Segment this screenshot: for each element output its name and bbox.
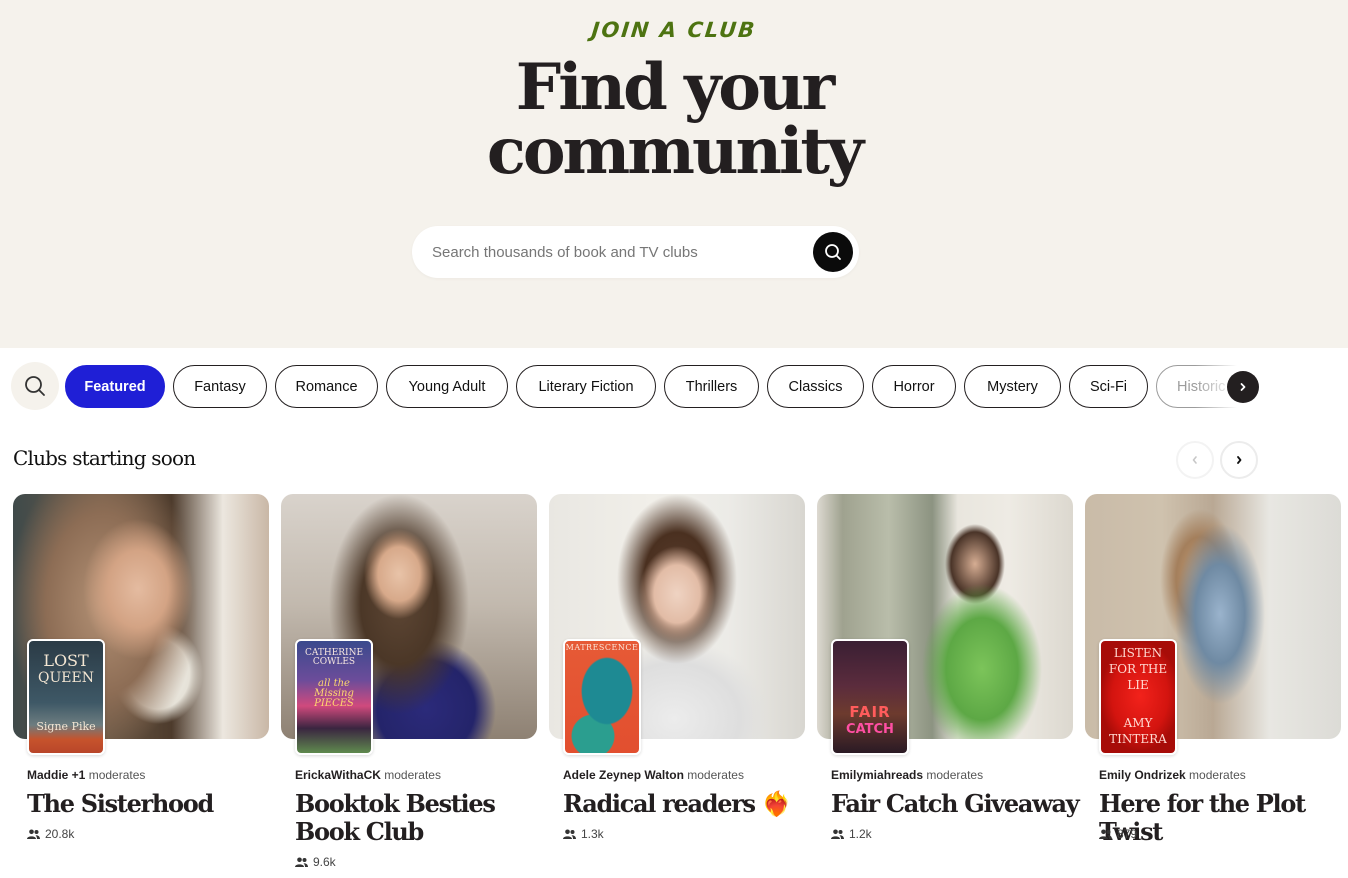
moderates-label: moderates xyxy=(926,768,984,782)
book-cover-title-1: LOST xyxy=(43,651,89,670)
chevron-right-icon xyxy=(1237,456,1242,464)
moderates-label: moderates xyxy=(384,768,441,782)
book-cover-title-2: CATCH xyxy=(846,722,894,737)
book-cover-author: CATHERINE COWLES xyxy=(304,648,364,667)
category-search-button[interactable] xyxy=(11,362,59,410)
search-submit-button[interactable] xyxy=(813,232,853,272)
carousel-next-button[interactable] xyxy=(1220,441,1258,479)
club-card[interactable]: LOST QUEEN Signe Pike Maddie +1 moderate… xyxy=(13,494,269,878)
category-chip-thrillers[interactable]: Thrillers xyxy=(664,365,759,408)
page-title-line-1: Find your xyxy=(515,50,835,125)
category-chip-romance[interactable]: Romance xyxy=(275,365,378,408)
people-icon xyxy=(831,829,844,839)
search-icon xyxy=(25,376,45,396)
moderator-line: Adele Zeynep Walton moderates xyxy=(563,768,744,782)
club-search-input[interactable] xyxy=(432,226,812,278)
page-title-line-2: community xyxy=(486,114,864,189)
category-chip-featured[interactable]: Featured xyxy=(65,365,165,408)
people-icon xyxy=(1099,829,1112,839)
book-cover: LOST QUEEN Signe Pike xyxy=(27,639,105,755)
member-count-value: 9.6k xyxy=(313,855,336,869)
book-cover-author: Signe Pike xyxy=(36,720,96,733)
eyebrow-label: JOIN A CLUB xyxy=(590,18,758,42)
moderator-name[interactable]: Emily Ondrizek xyxy=(1099,768,1186,782)
member-count: 20.8k xyxy=(27,827,74,841)
member-count-value: 879 xyxy=(1117,827,1138,841)
book-cover: FAIR CATCH xyxy=(831,639,909,755)
category-chip-list: Featured Fantasy Romance Young Adult Lit… xyxy=(65,365,1260,409)
club-title[interactable]: Radical readers ❤️‍🔥 xyxy=(563,790,813,818)
book-cover: CATHERINE COWLES all the Missing PIECES xyxy=(295,639,373,755)
people-icon xyxy=(563,829,576,839)
member-count: 9.6k xyxy=(295,855,336,869)
club-card[interactable]: LISTEN FOR THE LIE AMY TINTERA Emily Ond… xyxy=(1085,494,1341,878)
book-cover-title: all the Missing PIECES xyxy=(314,678,354,709)
moderator-line: ErickaWithaCK moderates xyxy=(295,768,441,782)
moderator-name[interactable]: Emilymiahreads xyxy=(831,768,923,782)
member-count: 879 xyxy=(1099,827,1137,841)
member-count-value: 1.2k xyxy=(849,827,872,841)
moderator-line: Maddie +1 moderates xyxy=(27,768,145,782)
people-icon xyxy=(295,857,308,867)
category-chip-horror[interactable]: Horror xyxy=(872,365,956,408)
hero-section: JOIN A CLUB Find your community xyxy=(0,0,1348,348)
category-chip-sci-fi[interactable]: Sci-Fi xyxy=(1069,365,1148,408)
category-chip-fantasy[interactable]: Fantasy xyxy=(173,365,267,408)
section-title: Clubs starting soon xyxy=(13,446,196,470)
book-cover-author: AMY TINTERA xyxy=(1109,716,1167,746)
club-title[interactable]: Fair Catch Giveaway xyxy=(831,790,1081,818)
member-count: 1.2k xyxy=(831,827,872,841)
chevron-left-icon xyxy=(1192,456,1197,464)
moderator-name[interactable]: Adele Zeynep Walton xyxy=(563,768,684,782)
carousel-prev-button[interactable] xyxy=(1176,441,1214,479)
moderator-line: Emily Ondrizek moderates xyxy=(1099,768,1246,782)
people-icon xyxy=(27,829,40,839)
book-cover-title-2: QUEEN xyxy=(38,670,94,686)
category-chip-classics[interactable]: Classics xyxy=(767,365,864,408)
chevron-right-icon xyxy=(1240,383,1246,391)
moderator-name[interactable]: ErickaWithaCK xyxy=(295,768,381,782)
moderates-label: moderates xyxy=(687,768,744,782)
club-title[interactable]: Booktok Besties Book Club xyxy=(295,790,545,846)
club-card[interactable]: FAIR CATCH Emilymiahreads moderates Fair… xyxy=(817,494,1080,878)
member-count-value: 20.8k xyxy=(45,827,75,841)
book-cover-title: LISTEN FOR THE LIE xyxy=(1108,646,1168,692)
book-cover: MATRESCENCE xyxy=(563,639,641,755)
page-title: Find your community xyxy=(0,56,1348,184)
book-cover-title-1: FAIR xyxy=(849,703,891,721)
category-chip-mystery[interactable]: Mystery xyxy=(964,365,1061,408)
club-title[interactable]: The Sisterhood xyxy=(27,790,277,818)
club-card[interactable]: CATHERINE COWLES all the Missing PIECES … xyxy=(281,494,537,878)
member-count: 1.3k xyxy=(563,827,604,841)
book-cover: LISTEN FOR THE LIE AMY TINTERA xyxy=(1099,639,1177,755)
book-cover-title: MATRESCENCE xyxy=(565,643,639,652)
moderates-label: moderates xyxy=(1189,768,1246,782)
category-scroll-next-button[interactable] xyxy=(1227,371,1259,403)
moderates-label: moderates xyxy=(88,768,146,782)
club-search-box xyxy=(412,226,859,278)
category-chip-young-adult[interactable]: Young Adult xyxy=(386,365,508,408)
club-card[interactable]: MATRESCENCE Adele Zeynep Walton moderate… xyxy=(549,494,805,878)
category-chip-literary-fiction[interactable]: Literary Fiction xyxy=(516,365,656,408)
member-count-value: 1.3k xyxy=(581,827,604,841)
moderator-name[interactable]: Maddie +1 xyxy=(27,768,85,782)
search-icon xyxy=(825,244,841,260)
moderator-line: Emilymiahreads moderates xyxy=(831,768,983,782)
